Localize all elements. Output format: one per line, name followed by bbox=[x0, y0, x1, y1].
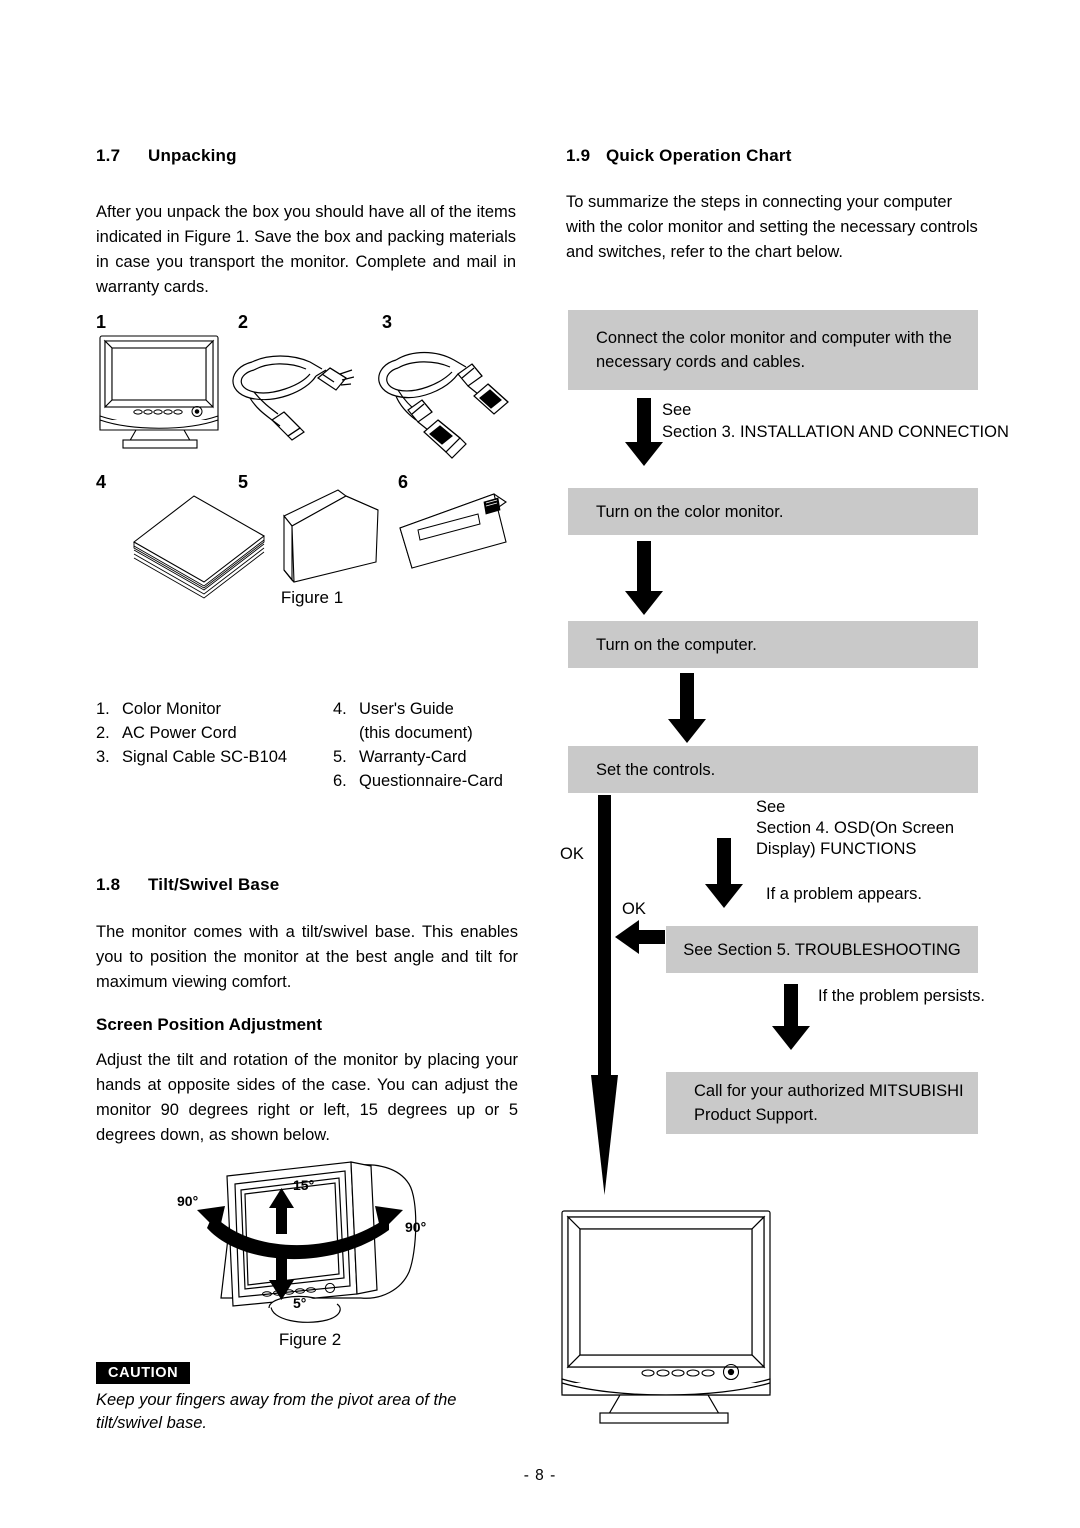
list-item: 4. User's Guide bbox=[333, 697, 533, 721]
figure-2-illustration: 90° 90° 15° 5° bbox=[175, 1148, 445, 1348]
list-item-index: 2. bbox=[96, 724, 110, 742]
figure1-callout-1: 1 bbox=[96, 312, 107, 332]
list-item-label: Signal Cable SC-B104 bbox=[122, 748, 288, 766]
flow-box-turn-on-monitor: Turn on the color monitor. bbox=[568, 488, 978, 535]
section-number-1-8: 1.8 bbox=[96, 875, 121, 894]
users-guide-drawing bbox=[133, 495, 265, 599]
page-number: - 8 - bbox=[523, 1467, 557, 1484]
flow-arrow-3 bbox=[668, 673, 706, 745]
figure1-callout-4: 4 bbox=[96, 472, 107, 492]
section-quick-operation-heading: 1.9 Quick Operation Chart bbox=[566, 146, 792, 166]
list-item-index: 3. bbox=[96, 748, 110, 766]
screen-position-paragraph: Adjust the tilt and rotation of the moni… bbox=[96, 1051, 518, 1144]
list-item-label: Questionnaire-Card bbox=[359, 772, 503, 790]
section-title-tilt-swivel: Tilt/Swivel Base bbox=[148, 875, 280, 894]
flow-note-section-3: Section 3. INSTALLATION AND CONNECTION bbox=[662, 423, 1009, 441]
tilt-swivel-paragraph: The monitor comes with a tilt/swivel bas… bbox=[96, 923, 518, 991]
list-item: 1. Color Monitor bbox=[96, 697, 326, 721]
caution-text: Keep your fingers away from the pivot ar… bbox=[96, 1391, 457, 1432]
section-title-unpacking: Unpacking bbox=[148, 146, 237, 165]
screen-position-subheading: Screen Position Adjustment bbox=[96, 1015, 323, 1034]
section-title-quick-operation: Quick Operation Chart bbox=[606, 146, 792, 165]
signal-cable-drawing bbox=[378, 351, 509, 459]
flow-arrow-1 bbox=[625, 398, 663, 466]
flow-note-section-4-line2: Display) FUNCTIONS bbox=[756, 840, 917, 858]
figure1-callout-3: 3 bbox=[382, 312, 393, 332]
warranty-card-folder-drawing bbox=[283, 489, 379, 583]
items-list-right: 4. User's Guide (this document) 5. Warra… bbox=[333, 697, 533, 793]
list-item-label: Color Monitor bbox=[122, 700, 222, 718]
flow-ok-label-mid: OK bbox=[622, 900, 646, 918]
flow-box-call-support: Call for your authorized MITSUBISHI Prod… bbox=[666, 1072, 978, 1134]
list-item: 2. AC Power Cord bbox=[96, 721, 326, 745]
flow-ok-long-arrow bbox=[590, 795, 620, 1200]
list-item: 6. Questionnaire-Card bbox=[333, 769, 533, 793]
flow-note-problem-persists: If the problem persists. bbox=[818, 987, 985, 1005]
list-item: 5. Warranty-Card bbox=[333, 745, 533, 769]
flow-box-set-controls: Set the controls. bbox=[568, 746, 978, 793]
flow-box-connect: Connect the color monitor and computer w… bbox=[568, 310, 978, 390]
list-item-index: 1. bbox=[96, 700, 110, 718]
color-monitor-front-drawing bbox=[561, 1210, 771, 1424]
ac-power-cord-drawing bbox=[232, 355, 354, 441]
section-tilt-swivel-heading: 1.8 Tilt/Swivel Base bbox=[96, 875, 279, 895]
color-monitor-drawing bbox=[99, 335, 219, 449]
caution-block: CAUTION Keep your fingers away from the … bbox=[96, 1362, 521, 1435]
angle-label-15-up: 15° bbox=[293, 1177, 314, 1193]
flow-arrow-5 bbox=[772, 984, 810, 1052]
list-item-continuation: (this document) bbox=[359, 724, 473, 742]
flow-ok-label-top: OK bbox=[560, 845, 584, 863]
flow-box-troubleshooting: See Section 5. TROUBLESHOOTING bbox=[666, 926, 978, 973]
list-item-label: Warranty-Card bbox=[359, 748, 467, 766]
caution-badge: CAUTION bbox=[96, 1362, 191, 1384]
list-item-label: AC Power Cord bbox=[122, 724, 237, 742]
flow-note-problem-appears: If a problem appears. bbox=[766, 885, 922, 903]
section-unpacking-heading: 1.7 Unpacking bbox=[96, 146, 520, 166]
figure1-callout-2: 2 bbox=[238, 312, 249, 332]
list-item-index: 6. bbox=[333, 772, 347, 790]
list-item-index: 4. bbox=[333, 700, 347, 718]
quick-operation-intro: To summarize the steps in connecting you… bbox=[566, 193, 978, 261]
angle-label-90-right: 90° bbox=[405, 1219, 426, 1235]
angle-label-90-left: 90° bbox=[177, 1193, 198, 1209]
items-list-left: 1. Color Monitor 2. AC Power Cord 3. Sig… bbox=[96, 697, 326, 769]
section-number-1-9: 1.9 bbox=[566, 146, 591, 165]
flow-box-turn-on-computer: Turn on the computer. bbox=[568, 621, 978, 668]
document-page: 1.7 Unpacking After you unpack the box y… bbox=[0, 0, 1080, 1528]
figure-1-illustration: 1 2 3 4 5 6 bbox=[92, 312, 532, 612]
flow-arrow-4 bbox=[705, 838, 743, 910]
questionnaire-card-drawing bbox=[399, 493, 507, 569]
tilt-swivel-monitor-drawing: 90° 90° 15° 5° bbox=[177, 1161, 426, 1323]
flow-arrow-2 bbox=[625, 541, 663, 617]
figure-1-caption: Figure 1 bbox=[280, 588, 344, 607]
section-number-1-7: 1.7 bbox=[96, 146, 121, 165]
list-item-label: User's Guide bbox=[359, 700, 454, 718]
unpacking-paragraph: After you unpack the box you should have… bbox=[96, 203, 516, 296]
flow-note-see-1: See bbox=[662, 401, 692, 419]
list-item: 3. Signal Cable SC-B104 bbox=[96, 745, 326, 769]
list-item-index: 5. bbox=[333, 748, 347, 766]
flow-arrow-ok-left bbox=[615, 920, 665, 954]
figure-2-caption: Figure 2 bbox=[278, 1330, 342, 1349]
angle-label-5-down: 5° bbox=[293, 1295, 306, 1311]
final-monitor-illustration bbox=[556, 1205, 946, 1430]
